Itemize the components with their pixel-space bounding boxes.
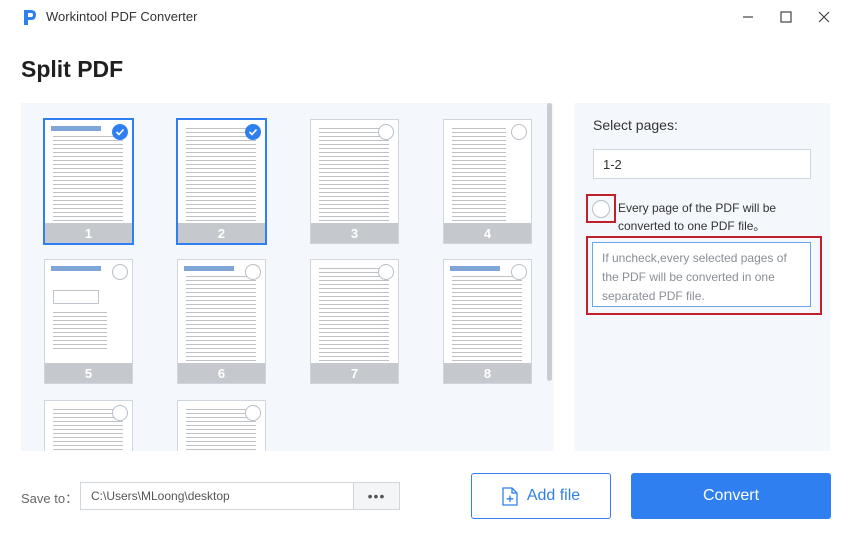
thumbnail-content <box>186 128 256 223</box>
page-number-bar: 8 <box>444 363 531 383</box>
add-file-label: Add file <box>526 487 581 504</box>
page-number: 2 <box>217 225 226 241</box>
page-number: 6 <box>217 365 226 381</box>
thumbnail-heading <box>51 126 101 131</box>
page-checkbox[interactable] <box>511 124 527 140</box>
page-number-bar: 2 <box>178 223 265 243</box>
page-thumbnail-9[interactable]: 9 <box>44 400 133 451</box>
page-checkbox[interactable] <box>112 405 128 421</box>
checkmark-icon <box>248 128 258 136</box>
thumbnail-content <box>319 128 389 223</box>
split-note-box: If uncheck,every selected pages of the P… <box>592 242 811 307</box>
thumbnail-content <box>53 312 107 352</box>
page-checkbox[interactable] <box>112 264 128 280</box>
add-file-icon <box>502 486 518 506</box>
page-number: 8 <box>483 365 492 381</box>
page-number-bar: 5 <box>45 363 132 383</box>
page-thumbnail-2[interactable]: 2 <box>177 119 266 244</box>
thumbnail-figure <box>53 290 99 304</box>
select-pages-label: Select pages: <box>593 117 678 133</box>
thumbnail-heading <box>184 266 234 271</box>
close-icon <box>818 11 830 23</box>
page-checkbox[interactable] <box>245 124 261 140</box>
minimize-button[interactable] <box>733 4 763 30</box>
each-page-option-label: Every page of the PDF will be converted … <box>618 201 777 233</box>
page-thumbnail-6[interactable]: 6 <box>177 259 266 384</box>
page-checkbox[interactable] <box>112 124 128 140</box>
page-number: 3 <box>350 225 359 241</box>
thumbnail-content <box>452 128 506 223</box>
app-title: Workintool PDF Converter <box>46 9 198 24</box>
page-thumbnail-1[interactable]: 1 <box>44 119 133 244</box>
page-number-bar: 7 <box>311 363 398 383</box>
checkmark-icon <box>115 128 125 136</box>
thumbnail-scrollbar[interactable] <box>547 103 552 381</box>
browse-folder-button[interactable]: ••• <box>354 482 400 510</box>
page-number-bar: 6 <box>178 363 265 383</box>
page-thumbnail-grid: 1 2 3 4 5 6 7 8 <box>21 103 554 451</box>
page-number-bar: 3 <box>311 223 398 243</box>
page-thumbnail-5[interactable]: 5 <box>44 259 133 384</box>
page-number: 5 <box>84 365 93 381</box>
page-checkbox[interactable] <box>378 124 394 140</box>
close-button[interactable] <box>809 4 839 30</box>
page-checkbox[interactable] <box>245 264 261 280</box>
page-title: Split PDF <box>21 56 124 82</box>
app-logo-icon <box>24 10 36 25</box>
page-thumbnail-7[interactable]: 7 <box>310 259 399 384</box>
maximize-icon <box>780 11 792 23</box>
pages-input[interactable] <box>593 149 811 179</box>
title-bar: Workintool PDF Converter <box>0 0 852 34</box>
thumbnail-heading <box>450 266 500 271</box>
minimize-icon <box>743 16 753 18</box>
page-thumbnail-10[interactable]: 10 <box>177 400 266 451</box>
each-page-radio[interactable] <box>592 200 610 218</box>
thumbnail-content <box>53 136 123 231</box>
page-thumbnail-3[interactable]: 3 <box>310 119 399 244</box>
page-number-bar: 4 <box>444 223 531 243</box>
save-path-value: C:\Users\MLoong\desktop <box>91 489 230 503</box>
convert-button[interactable]: Convert <box>631 473 831 519</box>
convert-label: Convert <box>702 487 760 504</box>
page-number: 1 <box>84 225 93 241</box>
page-checkbox[interactable] <box>245 405 261 421</box>
add-file-button[interactable]: Add file <box>471 473 611 519</box>
thumbnail-heading <box>51 266 101 271</box>
page-thumbnail-4[interactable]: 4 <box>443 119 532 244</box>
page-checkbox[interactable] <box>511 264 527 280</box>
save-path-field[interactable]: C:\Users\MLoong\desktop <box>80 482 354 510</box>
save-to-label: Save to： <box>21 491 79 506</box>
thumbnail-content <box>452 276 522 371</box>
thumbnail-content <box>186 276 256 371</box>
page-number-bar: 1 <box>45 223 132 243</box>
page-number: 4 <box>483 225 492 241</box>
thumbnail-content <box>319 268 389 363</box>
page-thumbnail-8[interactable]: 8 <box>443 259 532 384</box>
maximize-button[interactable] <box>771 4 801 30</box>
page-number: 7 <box>350 365 359 381</box>
more-options-icon: ••• <box>367 488 386 504</box>
page-checkbox[interactable] <box>378 264 394 280</box>
